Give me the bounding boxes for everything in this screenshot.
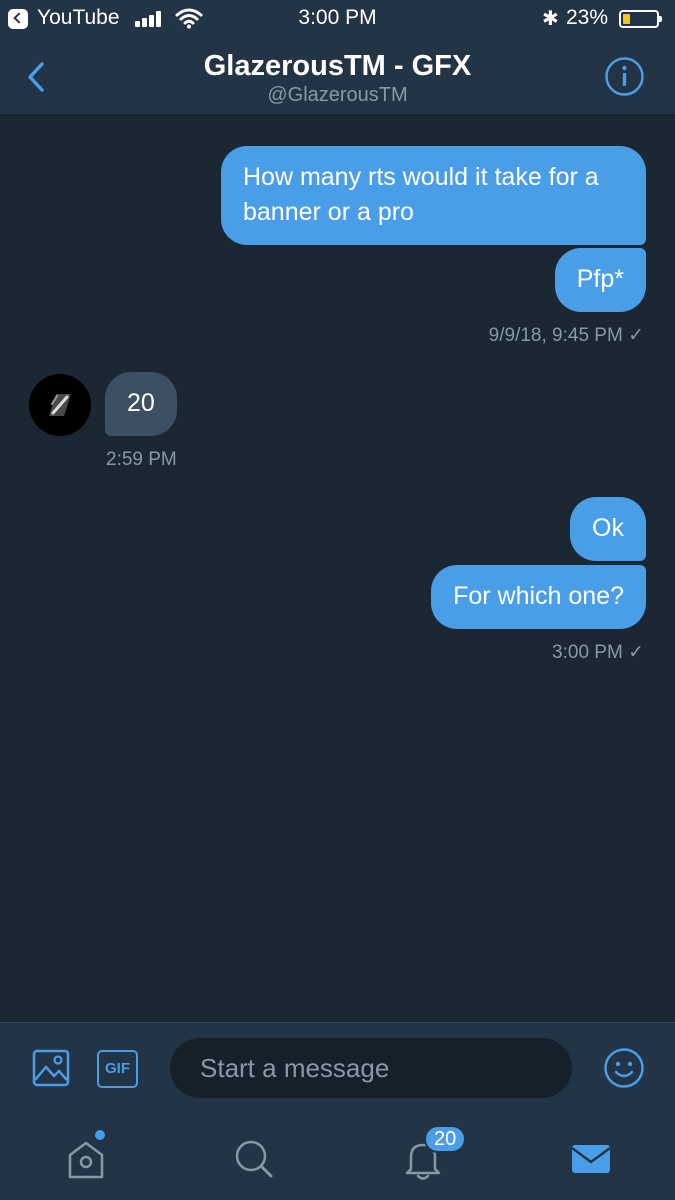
notifications-badge: 20: [424, 1125, 467, 1153]
bottom-tab-bar: 20: [0, 1117, 675, 1200]
battery-percent: 23%: [566, 6, 609, 29]
home-new-dot: [95, 1130, 105, 1140]
message-text: 20: [127, 389, 155, 417]
message-bubble-received[interactable]: 20: [105, 372, 177, 436]
battery-icon: [619, 10, 662, 28]
message-text: How many rts would it take for a banner …: [243, 163, 599, 226]
message-composer: GIF: [0, 1022, 675, 1117]
message-timestamp: 9/9/18, 9:45 PM ✓: [488, 325, 644, 346]
message-thread[interactable]: How many rts would it take for a banner …: [0, 116, 675, 1022]
message-bubble-sent[interactable]: Ok: [570, 497, 646, 561]
info-icon[interactable]: [604, 56, 645, 97]
gif-icon[interactable]: GIF: [97, 1050, 138, 1088]
message-input[interactable]: [170, 1038, 572, 1098]
emoji-icon[interactable]: [603, 1047, 645, 1089]
battery-fill: [623, 14, 630, 24]
message-bubble-sent[interactable]: How many rts would it take for a banner …: [221, 146, 646, 245]
home-icon[interactable]: [62, 1135, 110, 1183]
message-timestamp: 2:59 PM: [106, 449, 177, 470]
status-bar: YouTube 3:00 PM ✱ 23%: [0, 0, 675, 36]
message-bubble-sent[interactable]: For which one?: [431, 565, 646, 629]
messages-envelope-icon[interactable]: [567, 1135, 615, 1183]
avatar[interactable]: [29, 374, 91, 436]
message-text: Pfp*: [576, 265, 624, 293]
message-bubble-sent[interactable]: Pfp*: [554, 248, 646, 312]
bluetooth-icon: ✱: [542, 8, 559, 30]
message-text: Ok: [592, 514, 624, 542]
top-bar: YouTube 3:00 PM ✱ 23% GlazerousTM - GFX …: [0, 0, 675, 115]
avatar-logo-icon: [49, 394, 71, 416]
image-icon[interactable]: [32, 1049, 70, 1087]
message-text: For which one?: [453, 582, 624, 610]
conversation-title[interactable]: GlazerousTM - GFX: [0, 50, 675, 83]
search-icon[interactable]: [230, 1135, 278, 1183]
message-timestamp: 3:00 PM ✓: [552, 642, 644, 663]
conversation-handle: @GlazerousTM: [267, 84, 408, 106]
